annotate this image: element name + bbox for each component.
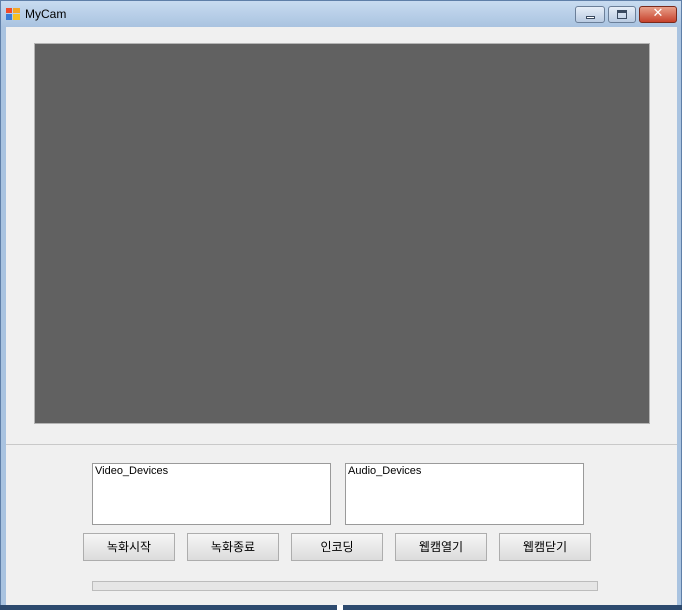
video-preview [34,43,650,424]
close-button[interactable]: ✕ [639,6,677,23]
title-bar[interactable]: MyCam ✕ [1,1,681,27]
minimize-icon [586,16,595,19]
audio-devices-label: Audio_Devices [348,465,422,477]
progress-bar [92,581,598,591]
encoding-button[interactable]: 인코딩 [291,533,383,561]
window-title: MyCam [25,7,67,21]
app-icon [6,8,20,20]
maximize-icon [617,10,627,19]
app-window: MyCam ✕ Video_Devices Audio_Devices 녹화시작… [0,0,682,610]
webcam-open-button[interactable]: 웹캠열기 [395,533,487,561]
minimize-button[interactable] [575,6,605,23]
maximize-button[interactable] [608,6,636,23]
video-panel [6,27,677,445]
record-start-button[interactable]: 녹화시작 [83,533,175,561]
webcam-close-button[interactable]: 웹캠닫기 [499,533,591,561]
video-devices-list[interactable]: Video_Devices [92,463,331,525]
taskbar-marker [337,605,343,610]
close-icon: ✕ [652,6,664,21]
record-stop-button[interactable]: 녹화종료 [187,533,279,561]
client-area: Video_Devices Audio_Devices 녹화시작 녹화종료 인코… [6,27,677,606]
audio-devices-list[interactable]: Audio_Devices [345,463,584,525]
video-devices-label: Video_Devices [95,465,169,477]
